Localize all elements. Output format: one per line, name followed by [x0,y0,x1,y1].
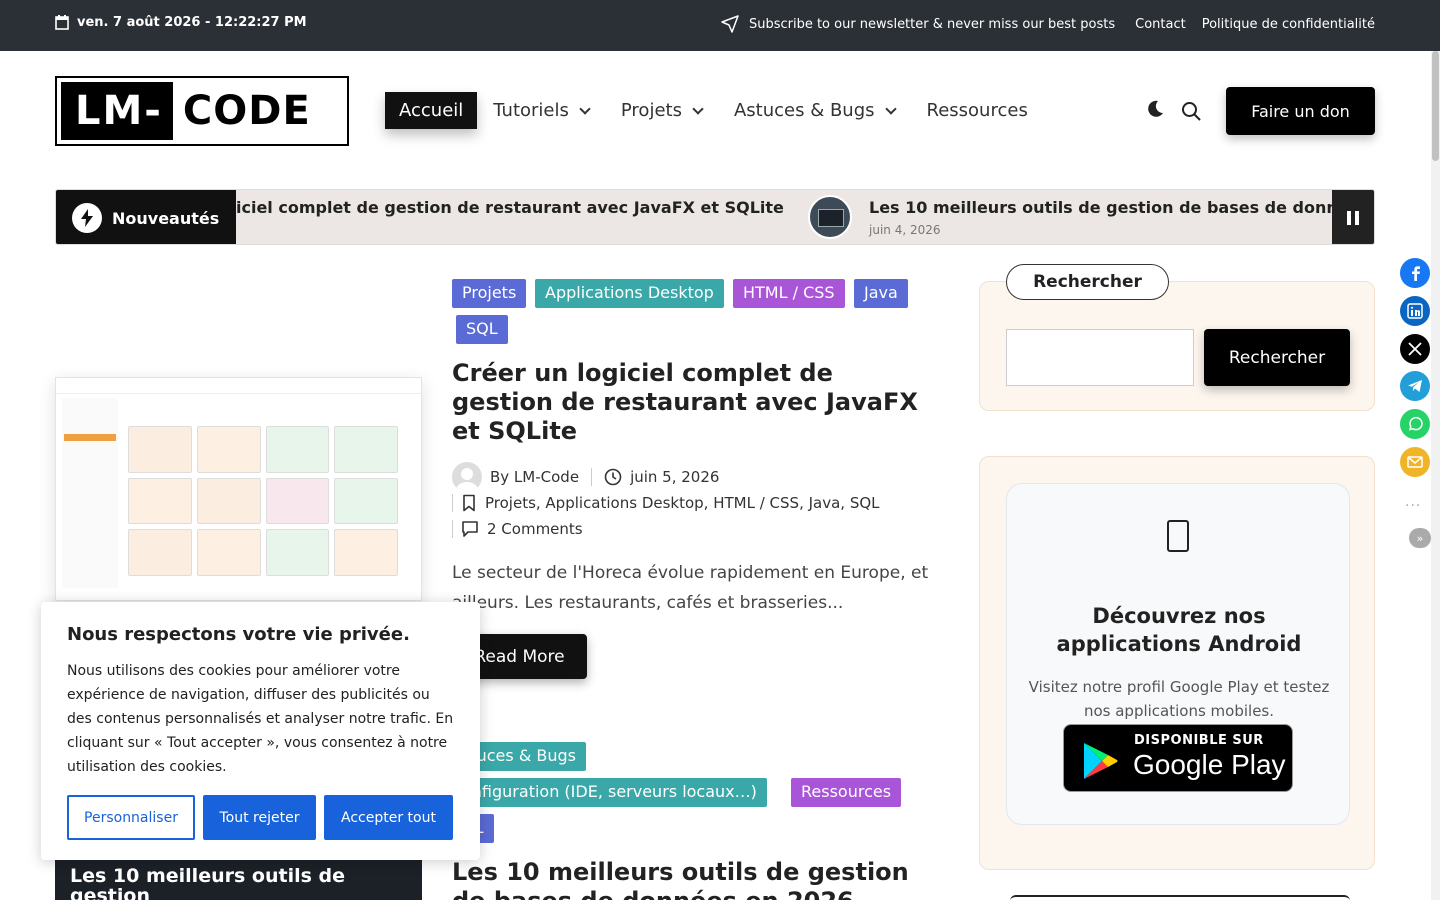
android-card: Découvrez nos applications Android Visit… [1006,483,1350,825]
x-icon [1408,342,1422,356]
cookie-consent-banner: Nous respectons votre vie privée. Nous u… [41,602,480,860]
nav-item-projets[interactable]: Projets [605,92,718,129]
facebook-share-button[interactable] [1400,258,1430,288]
chevron-down-icon [692,102,704,115]
google-play-icon [1084,743,1118,779]
badge-small-text: DISPONIBLE SUR [1134,733,1264,748]
whatsapp-icon [1408,416,1423,431]
cookie-title: Nous respectons votre vie privée. [67,624,410,645]
comment-icon [462,521,478,537]
page-scrollbar[interactable] [1431,51,1440,900]
newsletter-link[interactable]: Subscribe to our newsletter & never miss… [721,15,1115,33]
google-play-badge[interactable]: DISPONIBLE SUR Google Play [1063,724,1293,792]
post-title[interactable]: Créer un logiciel complet de gestion de … [452,359,932,446]
thumbnail-text: Les 10 meilleurs outils de gestion [70,865,345,900]
nav-item-accueil[interactable]: Accueil [385,92,478,129]
clock-icon [604,468,622,486]
date-text: ven. 7 août 2026 - 12:22:27 PM [77,15,307,30]
avatar [452,462,482,492]
post-categories[interactable]: Projets, Applications Desktop, HTML / CS… [485,494,880,512]
post-title[interactable]: Les 10 meilleurs outils de gestion de ba… [452,858,932,900]
ticker-thumbnail[interactable] [808,195,852,239]
send-icon [721,15,739,33]
next-widget-edge [1010,895,1350,900]
nav-label: Ressources [926,100,1028,121]
android-text: Visitez notre profil Google Play et test… [1028,678,1330,720]
linkedin-icon [1407,303,1423,319]
post-comments[interactable]: 2 Comments [487,520,583,538]
tag-ressources[interactable]: Ressources [791,778,902,807]
donate-button[interactable]: Faire un don [1226,87,1375,135]
post-excerpt: Le secteur de l'Horeca évolue rapidement… [452,563,929,613]
nav-item-astuces[interactable]: Astuces & Bugs [718,92,911,129]
telegram-share-button[interactable] [1400,371,1430,401]
bookmark-icon [463,494,475,512]
date-display: ven. 7 août 2026 - 12:22:27 PM [55,15,307,30]
chevron-down-icon [579,102,591,115]
android-title: Découvrez nos applications Android [1056,604,1302,656]
linkedin-share-button[interactable] [1400,296,1430,326]
ticker-item[interactable]: iciel complet de gestion de restaurant a… [236,198,784,217]
phone-icon [1167,520,1189,552]
top-bar: ven. 7 août 2026 - 12:22:27 PM Subscribe… [0,0,1440,51]
whatsapp-share-button[interactable] [1400,409,1430,439]
tag-applications-desktop[interactable]: Applications Desktop [535,279,724,308]
pause-button[interactable] [1332,190,1374,244]
android-apps-widget: Découvrez nos applications Android Visit… [979,456,1375,870]
dark-mode-icon[interactable] [1145,99,1165,119]
nav-item-ressources[interactable]: Ressources [911,92,1044,129]
telegram-icon [1408,380,1422,392]
nav-label: Projets [620,100,682,121]
lightning-icon [72,203,102,233]
ticker-item[interactable]: Les 10 meilleurs outils de gestion de ba… [869,198,1338,217]
tag-java[interactable]: Java [854,279,908,308]
tag-sql[interactable]: SQL [456,315,508,344]
ticker-label-text: Nouveautés [112,208,220,228]
contact-link[interactable]: Contact [1135,17,1186,32]
customize-cookies-button[interactable]: Personnaliser [67,795,195,840]
nav-label: Astuces & Bugs [733,100,875,121]
tag-configuration[interactable]: onfiguration (IDE, serveurs locaux…) [452,778,767,807]
search-input[interactable] [1006,329,1194,386]
post-thumbnail[interactable]: Les 10 meilleurs outils de gestion [55,860,422,900]
calendar-icon [55,15,69,30]
post-date[interactable]: juin 5, 2026 [630,468,719,486]
logo-left: LM- [61,82,173,140]
news-ticker: Nouveautés iciel complet de gestion de r… [55,189,1375,245]
post-author[interactable]: By LM-Code [490,468,579,486]
search-button[interactable]: Rechercher [1204,329,1350,386]
ticker-item-date: juin 4, 2026 [869,223,941,237]
tag-html-css[interactable]: HTML / CSS [733,279,845,308]
tag-projets[interactable]: Projets [452,279,527,308]
post-meta-categories: Projets, Applications Desktop, HTML / CS… [452,494,880,512]
widget-title: Rechercher [1006,264,1169,300]
sidebar-search-widget: Rechercher Rechercher [979,264,1375,411]
site-logo[interactable]: LM- CODE [55,76,349,146]
nav-label: Accueil [399,100,464,121]
post-thumbnail[interactable] [55,377,422,601]
ticker-label: Nouveautés [56,190,236,244]
post-meta-author: By LM-Code juin 5, 2026 [452,462,719,492]
newsletter-text: Subscribe to our newsletter & never miss… [748,16,1116,32]
x-share-button[interactable] [1400,334,1430,364]
nav-item-tutoriels[interactable]: Tutoriels [477,92,605,129]
nav-label: Tutoriels [493,100,569,121]
accept-all-button[interactable]: Accepter tout [324,795,453,840]
post-meta-comments: 2 Comments [452,520,583,538]
facebook-icon [1412,266,1420,281]
badge-big-text: Google Play [1133,749,1286,780]
email-icon [1407,456,1423,468]
collapse-share-icon[interactable]: » [1409,528,1431,548]
logo-right: CODE [182,88,311,134]
reject-all-button[interactable]: Tout rejeter [203,795,316,840]
search-icon[interactable] [1181,101,1201,121]
chevron-down-icon [884,102,897,115]
more-share-icon[interactable]: ··· [1405,498,1421,514]
privacy-link[interactable]: Politique de confidentialité [1202,17,1375,32]
email-share-button[interactable] [1400,447,1430,477]
cookie-text: Nous utilisons des cookies pour améliore… [67,663,454,775]
main-nav: Accueil Tutoriels Projets Astuces & Bugs… [385,92,1044,129]
